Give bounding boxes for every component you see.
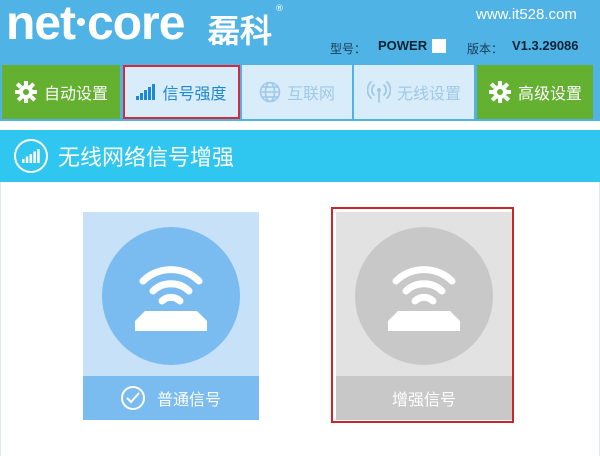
tab-wireless-setup-label: 无线设置 bbox=[396, 84, 461, 103]
gear-icon bbox=[488, 80, 512, 104]
tab-advanced-setup-label: 高级设置 bbox=[517, 84, 582, 103]
tab-signal-strength[interactable]: 信号强度 bbox=[123, 65, 240, 119]
check-icon bbox=[120, 386, 145, 410]
section-header: 无线网络信号增强 bbox=[0, 130, 600, 182]
signal-options-panel: 普通信号 增强信号 bbox=[0, 182, 600, 456]
logo-text-left: net bbox=[6, 0, 76, 50]
registered-mark: ® bbox=[275, 4, 284, 14]
main-nav: 自动设置 信号强度 互联网 无线设置 高级设置 bbox=[0, 63, 600, 121]
option-enhanced-signal[interactable]: 增强信号 bbox=[336, 212, 512, 420]
option-normal-footer: 普通信号 bbox=[83, 376, 259, 420]
tab-auto-setup-label: 自动设置 bbox=[43, 84, 108, 103]
wifi-router-icon bbox=[102, 227, 240, 365]
option-normal-signal[interactable]: 普通信号 bbox=[83, 212, 259, 420]
logo-dot bbox=[77, 18, 85, 27]
model-label: 型号： bbox=[330, 42, 367, 56]
signal-bars-icon bbox=[136, 84, 156, 100]
signal-bars-icon bbox=[14, 139, 48, 173]
gear-icon bbox=[14, 80, 38, 104]
model-value: POWER bbox=[378, 38, 428, 53]
netcore-logo: net core bbox=[6, 0, 185, 51]
option-enhanced-footer: 增强信号 bbox=[336, 376, 512, 420]
version-value: V1.3.29086 bbox=[512, 38, 579, 53]
tab-auto-setup[interactable]: 自动设置 bbox=[2, 65, 120, 119]
section-title: 无线网络信号增强 bbox=[58, 146, 235, 171]
logo-text-right: core bbox=[87, 0, 185, 50]
wifi-router-icon bbox=[355, 227, 493, 365]
wireless-antenna-icon bbox=[366, 81, 391, 103]
tab-internet[interactable]: 互联网 bbox=[242, 65, 352, 119]
tab-wireless-setup[interactable]: 无线设置 bbox=[354, 65, 474, 119]
option-normal-label: 普通信号 bbox=[156, 390, 221, 409]
tab-advanced-setup[interactable]: 高级设置 bbox=[477, 65, 593, 119]
logo-cn-text: 磊科 bbox=[208, 12, 273, 50]
header-bar: net core 磊科 ® www.it528.com 型号： POWER 版本：… bbox=[0, 0, 600, 63]
globe-icon bbox=[259, 81, 281, 103]
option-enhanced-label: 增强信号 bbox=[391, 390, 456, 409]
version-label: 版本： bbox=[467, 42, 504, 56]
redaction-box bbox=[432, 39, 446, 53]
tab-internet-label: 互联网 bbox=[286, 84, 335, 103]
watermark-text: www.it528.com bbox=[476, 6, 577, 23]
option-enhanced-highlight: 增强信号 bbox=[331, 207, 514, 423]
tab-signal-strength-label: 信号强度 bbox=[162, 84, 227, 103]
